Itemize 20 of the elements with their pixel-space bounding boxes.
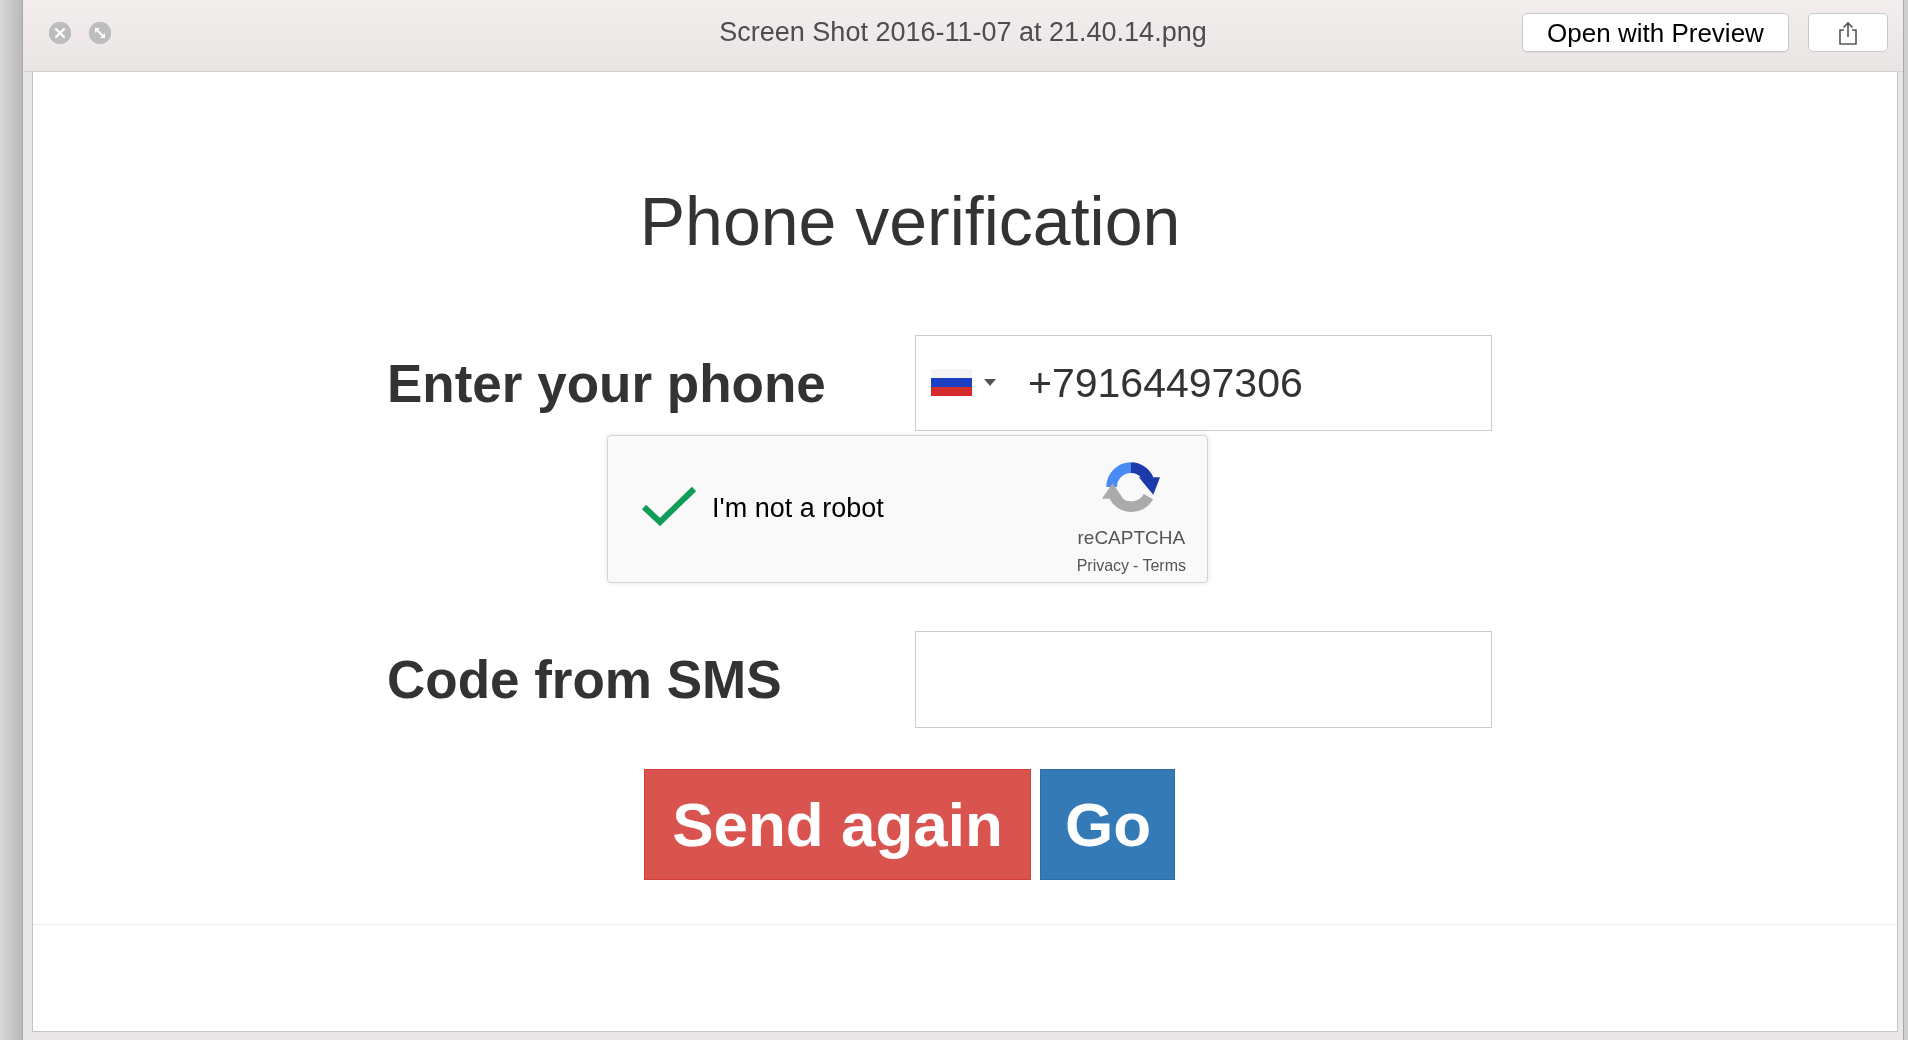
- checkmark-icon[interactable]: [641, 486, 697, 526]
- captcha-label: I'm not a robot: [712, 494, 884, 522]
- page-heading: Phone verification: [638, 187, 1182, 255]
- fullscreen-icon[interactable]: [89, 21, 111, 44]
- send-again-button[interactable]: Send again: [644, 769, 1031, 880]
- close-icon[interactable]: [49, 21, 71, 44]
- terms-link[interactable]: Terms: [1142, 558, 1186, 574]
- phone-input[interactable]: +79164497306: [915, 335, 1492, 431]
- caret-icon[interactable]: [984, 379, 996, 386]
- window-title: Screen Shot 2016-11-07 at 21.40.14.png: [719, 19, 1207, 46]
- go-button[interactable]: Go: [1040, 769, 1175, 880]
- separator-text: -: [1133, 558, 1139, 574]
- share-icon: [1838, 20, 1858, 45]
- share-button[interactable]: [1808, 13, 1888, 52]
- recaptcha-brand-text: reCAPTCHA: [1077, 528, 1186, 547]
- flag-icon[interactable]: [931, 369, 972, 396]
- privacy-link[interactable]: Privacy: [1076, 558, 1130, 574]
- open-with-preview-button[interactable]: Open with Preview: [1522, 13, 1789, 52]
- code-label: Code from SMS: [387, 653, 783, 706]
- code-input[interactable]: [915, 631, 1492, 728]
